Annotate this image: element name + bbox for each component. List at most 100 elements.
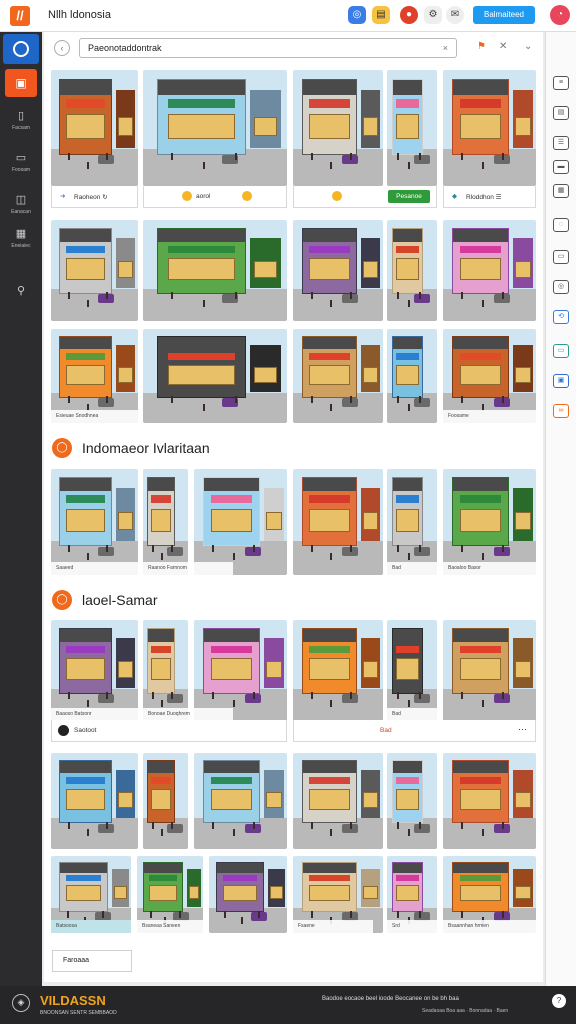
chat-icon[interactable]: ◌: [553, 218, 569, 232]
storefront-image[interactable]: [443, 70, 536, 186]
app-switch-icon[interactable]: ◎: [348, 6, 366, 24]
back-button[interactable]: ‹: [54, 40, 70, 56]
storefront-image[interactable]: [443, 329, 536, 423]
tag-icon[interactable]: ▬: [553, 160, 569, 174]
more-icon[interactable]: ⋯: [518, 724, 527, 735]
document-icon[interactable]: ▤: [553, 106, 569, 120]
sidebar-item-facsam[interactable]: ▯ Facsam: [0, 110, 42, 131]
tile-caption: Esieuae Snodhnea: [51, 410, 138, 423]
roof: [393, 761, 422, 774]
coin-icon: [182, 191, 192, 201]
storefront-image[interactable]: [293, 220, 383, 321]
shop-sign: [309, 875, 350, 882]
calendar-icon[interactable]: ▦: [553, 184, 569, 198]
sidebar-item-settings[interactable]: ⚲: [0, 285, 42, 297]
shop-window: [151, 658, 171, 681]
chevron-down-icon[interactable]: ⌄: [524, 41, 532, 52]
status-badge[interactable]: Pesanoe: [388, 190, 430, 203]
sidebar-item-foosam[interactable]: ▭ Foosam: [0, 152, 42, 173]
shop-sign: [396, 875, 419, 882]
storefront-image[interactable]: [387, 753, 437, 849]
storefront-image[interactable]: [143, 329, 287, 423]
save-icon[interactable]: ▣: [553, 374, 569, 388]
storefront-image[interactable]: [293, 620, 383, 721]
pedestrian: [461, 692, 463, 699]
storefront-image[interactable]: [443, 220, 536, 321]
storefront-image[interactable]: [143, 620, 188, 721]
avatar[interactable]: ◔: [550, 5, 570, 25]
storefront-image[interactable]: [51, 469, 138, 575]
storefront-image[interactable]: [443, 620, 536, 721]
storefront-image[interactable]: [143, 469, 188, 575]
shop-building: [392, 228, 423, 294]
shop-sign: [396, 99, 419, 109]
tile-caption: Srd: [387, 920, 437, 933]
storefront-image[interactable]: [51, 329, 138, 423]
storefront-image[interactable]: [209, 856, 287, 933]
pedestrian: [102, 911, 104, 918]
storefront-image[interactable]: [293, 70, 383, 186]
shop-building: [452, 862, 509, 912]
shop-window: [363, 366, 378, 383]
clear-icon[interactable]: ×: [443, 39, 448, 57]
storage-icon[interactable]: ◎: [553, 280, 569, 294]
note-icon[interactable]: ▭: [553, 344, 569, 358]
pedestrian: [152, 545, 154, 552]
storefront-image[interactable]: [143, 70, 287, 186]
footer-links[interactable]: Baodoe eocaoe beel ioode Beocanee on be …: [322, 996, 459, 1002]
gallery-icon[interactable]: ▭: [553, 250, 569, 264]
settings-icon[interactable]: ⚙: [424, 6, 442, 24]
storefront-image[interactable]: [293, 469, 383, 575]
share-icon[interactable]: ⟲: [553, 310, 569, 324]
notes-icon[interactable]: ▤: [372, 6, 390, 24]
flag-icon[interactable]: ⚑: [477, 41, 486, 52]
image-icon: ▭: [15, 152, 27, 164]
storefront-image[interactable]: [387, 329, 437, 423]
storefront-image[interactable]: [443, 753, 536, 849]
storefront-image[interactable]: [51, 70, 138, 186]
list-icon[interactable]: ☰: [553, 136, 569, 150]
sidebar-item-active[interactable]: ▣: [5, 69, 37, 97]
storefront-image[interactable]: [387, 220, 437, 321]
storefront-image[interactable]: [194, 469, 287, 575]
storefront-image[interactable]: [443, 469, 536, 575]
sidebar-item-eneiaiec[interactable]: ▦ Eneiaiec: [0, 228, 42, 249]
pedestrian: [408, 404, 410, 411]
shop-sign: [309, 776, 350, 785]
primary-action-button[interactable]: Balmaiteed: [473, 6, 535, 24]
app-logo[interactable]: //: [10, 6, 30, 26]
link-icon[interactable]: ∞: [553, 404, 569, 418]
show-more-button[interactable]: Faroaaa: [52, 950, 132, 972]
storefront-image[interactable]: [143, 220, 287, 321]
storefront-image[interactable]: [51, 220, 138, 321]
clipboard-icon[interactable]: ≡: [553, 76, 569, 90]
pedestrian: [397, 692, 399, 699]
chat-icon[interactable]: ✉: [446, 6, 464, 24]
tile-caption: Saaeed: [51, 562, 138, 575]
storefront-image[interactable]: [194, 753, 287, 849]
sidebar-item-eanacan[interactable]: ◫ Eanacan: [0, 194, 42, 215]
home-button[interactable]: [3, 34, 39, 64]
pedestrian: [179, 911, 181, 918]
storefront-image[interactable]: [143, 753, 188, 849]
storefront-image[interactable]: [194, 620, 287, 721]
pedestrian: [253, 692, 255, 699]
shop-building: [392, 336, 423, 398]
storefront-image[interactable]: [293, 753, 383, 849]
roof: [204, 761, 259, 774]
record-icon[interactable]: ●: [400, 6, 418, 24]
storefront-image[interactable]: [293, 329, 383, 423]
help-icon[interactable]: ?: [552, 994, 566, 1008]
footer-sublinks[interactable]: Seadaoaa Boa aaa · Bonnadaa · Baen: [422, 1008, 508, 1014]
search-input[interactable]: Paeonotaddontrak ×: [79, 38, 457, 58]
shop-window: [363, 512, 378, 531]
storefront-image[interactable]: [387, 469, 437, 575]
tools-icon[interactable]: ✕: [499, 41, 507, 52]
storefront-image[interactable]: [51, 620, 138, 721]
storefront-image[interactable]: [387, 70, 437, 186]
roof: [60, 478, 111, 492]
storefront-image[interactable]: [51, 753, 138, 849]
pedestrian: [152, 822, 154, 829]
storefront-image[interactable]: [387, 620, 437, 721]
shop-window: [266, 792, 282, 809]
